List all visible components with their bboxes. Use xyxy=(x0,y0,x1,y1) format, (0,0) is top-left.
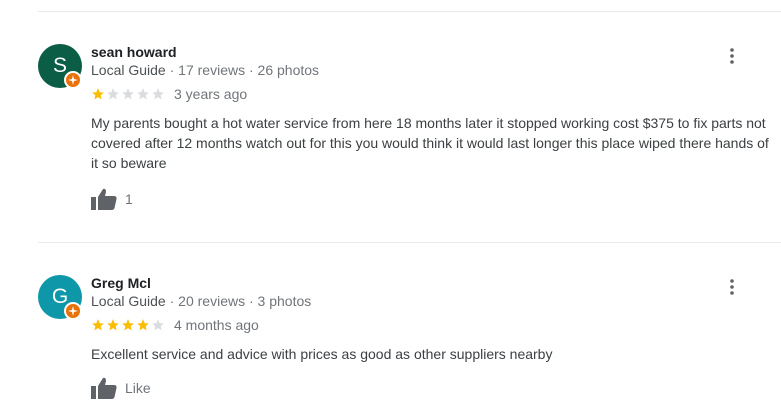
reviews-list: S sean howard Local Guide · 17 reviews ·… xyxy=(0,0,781,413)
local-guide-badge-icon xyxy=(64,71,82,89)
photos-count: 26 photos xyxy=(257,62,320,78)
like-button[interactable]: Like xyxy=(91,377,151,399)
star-icon xyxy=(152,319,164,331)
review-date: 3 years ago xyxy=(174,86,248,102)
star-icon xyxy=(122,319,134,331)
meta-separator: · xyxy=(248,62,254,78)
reviewer-name[interactable]: sean howard xyxy=(91,44,177,60)
rating-row: 3 years ago xyxy=(91,86,247,102)
meta-separator: · xyxy=(169,62,175,78)
local-guide-label: Local Guide xyxy=(91,62,166,78)
star-icon xyxy=(137,319,149,331)
like-label: Like xyxy=(125,380,151,396)
avatar[interactable]: G xyxy=(38,275,82,320)
reviewer-meta: Local Guide · 20 reviews · 3 photos xyxy=(91,293,311,309)
divider xyxy=(38,11,781,12)
like-count: 1 xyxy=(125,191,133,207)
reviewer-name[interactable]: Greg Mcl xyxy=(91,275,151,291)
avatar[interactable]: S xyxy=(38,44,82,89)
local-guide-label: Local Guide xyxy=(91,293,166,309)
more-options-button[interactable] xyxy=(722,46,742,66)
more-vert-icon xyxy=(730,48,734,64)
review-date: 4 months ago xyxy=(174,317,259,333)
rating-row: 4 months ago xyxy=(91,317,259,333)
reviews-count: 17 reviews xyxy=(178,62,246,78)
thumbs-up-icon xyxy=(91,188,117,210)
star-icon xyxy=(137,88,149,100)
star-icon xyxy=(122,88,134,100)
star-rating xyxy=(91,87,165,101)
meta-separator: · xyxy=(248,293,254,309)
star-icon xyxy=(92,88,104,100)
local-guide-badge-icon xyxy=(64,302,82,320)
like-button[interactable]: 1 xyxy=(91,188,133,210)
reviewer-meta: Local Guide · 17 reviews · 26 photos xyxy=(91,62,319,78)
star-icon xyxy=(107,88,119,100)
star-icon xyxy=(107,319,119,331)
more-options-button[interactable] xyxy=(722,277,742,297)
reviews-count: 20 reviews xyxy=(178,293,246,309)
review-text: Excellent service and advice with prices… xyxy=(91,346,553,362)
star-icon xyxy=(152,88,164,100)
meta-separator: · xyxy=(169,293,175,309)
star-rating xyxy=(91,318,165,332)
review-text: My parents bought a hot water service fr… xyxy=(91,115,769,171)
more-vert-icon xyxy=(730,279,734,295)
star-icon xyxy=(92,319,104,331)
divider xyxy=(38,242,781,243)
thumbs-up-icon xyxy=(91,377,117,399)
photos-count: 3 photos xyxy=(257,293,312,309)
